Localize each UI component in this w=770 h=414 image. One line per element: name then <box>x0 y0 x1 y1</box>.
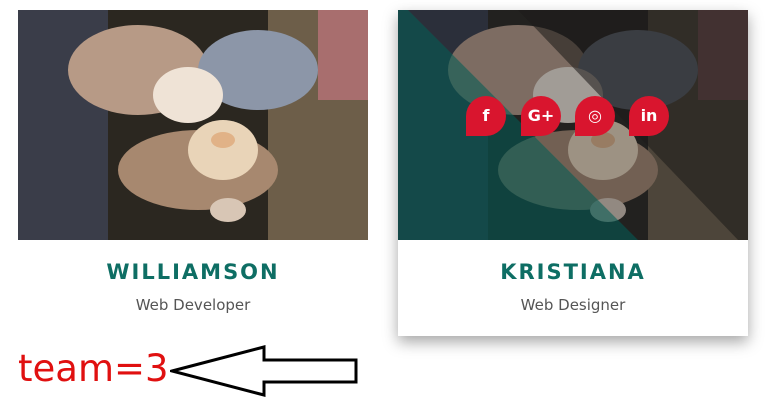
member-role: Web Designer <box>520 296 626 314</box>
member-name: KRISTIANA <box>500 260 646 284</box>
facebook-icon[interactable]: f <box>466 96 506 136</box>
google-plus-icon[interactable]: G+ <box>521 96 561 136</box>
kitten-photo-illustration <box>18 10 368 240</box>
linkedin-icon[interactable]: in <box>629 96 669 136</box>
member-name: WILLIAMSON <box>106 260 280 284</box>
social-links: f G+ ◎ in <box>466 96 681 138</box>
instagram-icon[interactable]: ◎ <box>575 96 615 136</box>
annotation-text: team=3 <box>18 347 169 390</box>
team-card-kristiana[interactable]: f G+ ◎ in KRISTIANA Web Designer <box>398 10 748 336</box>
member-photo <box>18 10 368 240</box>
member-role: Web Developer <box>135 296 251 314</box>
left-arrow-icon <box>170 345 358 397</box>
